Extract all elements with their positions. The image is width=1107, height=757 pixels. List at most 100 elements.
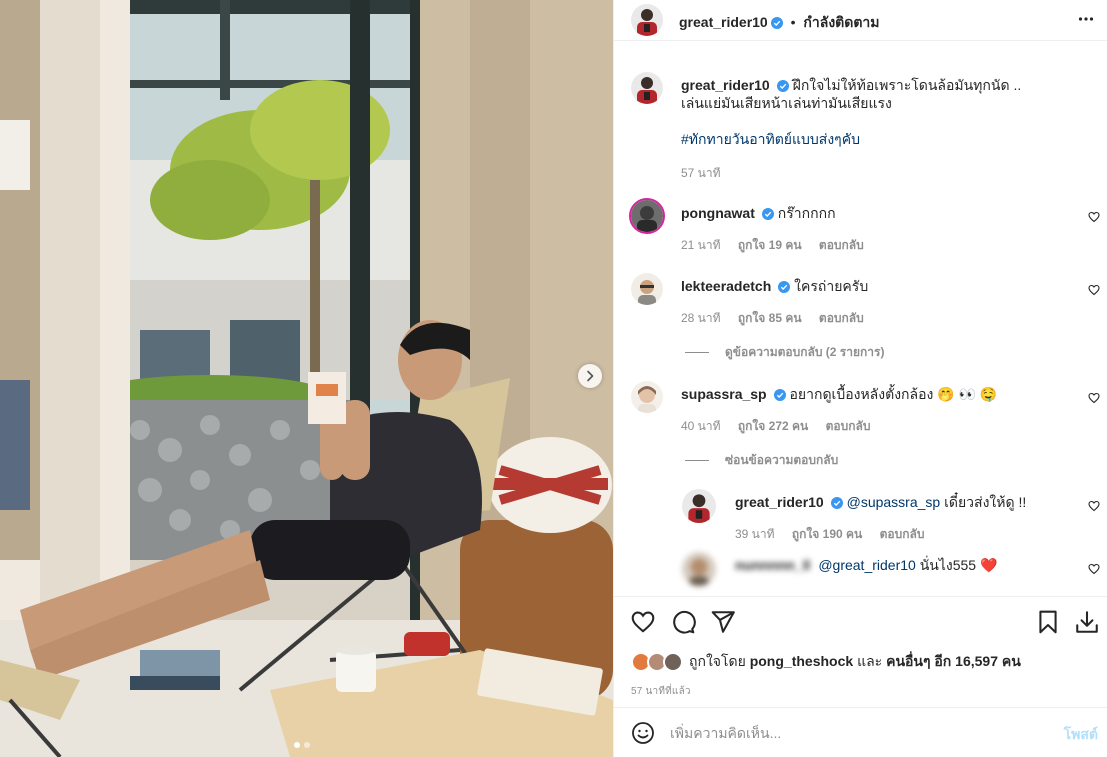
post-header: great_rider10 • กำลังติดตาม	[614, 0, 1107, 41]
reply-avatar[interactable]	[682, 552, 716, 586]
replies-line	[685, 352, 709, 354]
author-username[interactable]: great_rider10	[679, 14, 768, 30]
reply-avatar[interactable]	[682, 489, 716, 523]
comment-reply-button[interactable]: ตอบกลับ	[819, 238, 864, 252]
hide-replies-button[interactable]: ซ่อนข้อความตอบกลับ	[685, 451, 838, 470]
comment-like-button[interactable]	[1088, 283, 1100, 299]
liker-avatar	[663, 652, 683, 672]
comment-likes[interactable]: ถูกใจ 272 คน	[738, 419, 808, 433]
reply-mention[interactable]: @great_rider10	[818, 557, 916, 573]
comment-time: 21 นาที	[681, 238, 721, 252]
carousel-next-button[interactable]	[578, 364, 602, 388]
view-replies-label: ดูข้อความตอบกลับ (2 รายการ)	[725, 345, 885, 359]
reply-avatar-image	[682, 489, 716, 523]
post-photo-illustration	[0, 0, 613, 757]
bookmark-icon	[1039, 610, 1057, 634]
comment-text: อยากดูเบื้องหลังตั้งกล้อง 🤭 👀 🤤	[789, 386, 998, 402]
carousel-indicator	[294, 742, 310, 748]
likers-avatars	[631, 652, 683, 672]
heart-icon	[1088, 211, 1100, 223]
comment-time: 28 นาที	[681, 311, 721, 325]
likes-prefix: ถูกใจโดย	[689, 653, 746, 669]
download-icon	[1076, 611, 1098, 633]
caption-line-2: เล่นแย่มันเสียหน้าเล่นท่ามันเสียแรง	[681, 95, 892, 111]
heart-icon	[1088, 563, 1100, 575]
emoji-button[interactable]	[631, 721, 655, 748]
verified-badge-icon	[773, 389, 786, 401]
caption-time: 57 นาที	[681, 166, 721, 180]
download-button[interactable]	[1074, 609, 1100, 638]
caption-author-avatar[interactable]	[631, 72, 663, 104]
heart-icon	[1088, 500, 1100, 512]
carousel-dot-active	[294, 742, 300, 748]
post-photo[interactable]	[0, 0, 613, 757]
likes-first-user[interactable]: pong_theshock	[750, 653, 853, 669]
add-comment-bar: โพสต์	[614, 707, 1107, 757]
heart-icon	[1088, 392, 1100, 404]
comment-username[interactable]: pongnawat	[681, 205, 755, 221]
reply-username[interactable]: great_rider10	[735, 494, 824, 510]
likes-others[interactable]: คนอื่นๆ อีก 16,597 คน	[886, 653, 1021, 669]
verified-badge-icon	[778, 281, 791, 293]
comment-username[interactable]: supassra_sp	[681, 386, 767, 402]
comment-likes[interactable]: ถูกใจ 85 คน	[738, 311, 802, 325]
comment-icon	[673, 610, 696, 634]
hide-replies-label: ซ่อนข้อความตอบกลับ	[725, 453, 839, 467]
post-actions: ถูกใจโดย pong_theshock และ คนอื่นๆ อีก 1…	[614, 596, 1107, 706]
like-button[interactable]	[630, 609, 656, 638]
comments-list[interactable]: great_rider10 ฝึกใจไม่ให้ท้อเพราะโดนล้อม…	[614, 42, 1107, 595]
commenter-avatar[interactable]	[631, 381, 663, 413]
comment-button[interactable]	[670, 609, 696, 638]
replies-line	[685, 460, 709, 462]
commenter-avatar-story[interactable]	[629, 198, 665, 234]
post-comment-button[interactable]: โพสต์	[1064, 724, 1098, 746]
caption-line-1: ฝึกใจไม่ให้ท้อเพราะโดนล้อมันทุกนัด ..	[792, 77, 1022, 93]
verified-badge-icon	[770, 17, 783, 29]
following-button[interactable]: กำลังติดตาม	[803, 14, 879, 30]
commenter-avatar-image	[631, 200, 663, 232]
post-details-panel: great_rider10 • กำลังติดตาม great_rider1…	[613, 0, 1107, 757]
verified-badge-icon	[776, 80, 789, 92]
reply-username[interactable]: nunnnnn_ll	[735, 557, 810, 573]
comment-like-button[interactable]	[1088, 391, 1100, 407]
reply-like-button[interactable]	[1088, 562, 1100, 578]
comment-text: ใครถ่ายครับ	[794, 278, 869, 294]
verified-badge-icon	[830, 497, 843, 509]
verified-badge-icon	[761, 208, 774, 220]
more-options-button[interactable]	[1078, 11, 1094, 30]
comment-text: กร๊ากกกก	[777, 205, 836, 221]
heart-icon	[1088, 284, 1100, 296]
heart-icon	[631, 611, 655, 633]
reply-reply-button[interactable]: ตอบกลับ	[880, 527, 925, 541]
author-avatar[interactable]	[631, 4, 663, 36]
paper-plane-icon	[711, 611, 735, 633]
reply-text: นั่นไง555 ❤️	[919, 557, 998, 573]
comment-reply-button[interactable]: ตอบกลับ	[826, 419, 871, 433]
reply-mention[interactable]: @supassra_sp	[847, 494, 941, 510]
likes-summary[interactable]: ถูกใจโดย pong_theshock และ คนอื่นๆ อีก 1…	[631, 651, 1021, 673]
commenter-avatar-image	[631, 381, 663, 413]
comment-time: 40 นาที	[681, 419, 721, 433]
reply-likes[interactable]: ถูกใจ 190 คน	[792, 527, 862, 541]
post-timestamp[interactable]: 57 นาทีที่แล้ว	[631, 684, 691, 699]
view-replies-button[interactable]: ดูข้อความตอบกลับ (2 รายการ)	[685, 343, 884, 362]
save-button[interactable]	[1035, 609, 1061, 638]
commenter-avatar[interactable]	[631, 273, 663, 305]
reply-text: เดี๋ยวส่งให้ดู !!	[944, 494, 1027, 510]
caption-hashtag[interactable]: #ทักทายวันอาทิตย์แบบส่งๆคับ	[681, 131, 860, 147]
reply-like-button[interactable]	[1088, 499, 1100, 515]
carousel-dot	[304, 742, 310, 748]
more-horizontal-icon	[1078, 17, 1094, 21]
comment-like-button[interactable]	[1088, 210, 1100, 226]
reply-time: 39 นาที	[735, 527, 775, 541]
comment-input[interactable]	[670, 723, 1030, 743]
comment-username[interactable]: lekteeradetch	[681, 278, 771, 294]
comment-reply-button[interactable]: ตอบกลับ	[819, 311, 864, 325]
reply-avatar-image	[682, 552, 716, 586]
caption-username[interactable]: great_rider10	[681, 77, 770, 93]
chevron-right-icon	[587, 370, 594, 382]
comment-likes[interactable]: ถูกใจ 19 คน	[738, 238, 802, 252]
share-button[interactable]	[710, 609, 736, 638]
caption-author-avatar-image	[631, 72, 663, 104]
author-avatar-image	[631, 4, 663, 36]
